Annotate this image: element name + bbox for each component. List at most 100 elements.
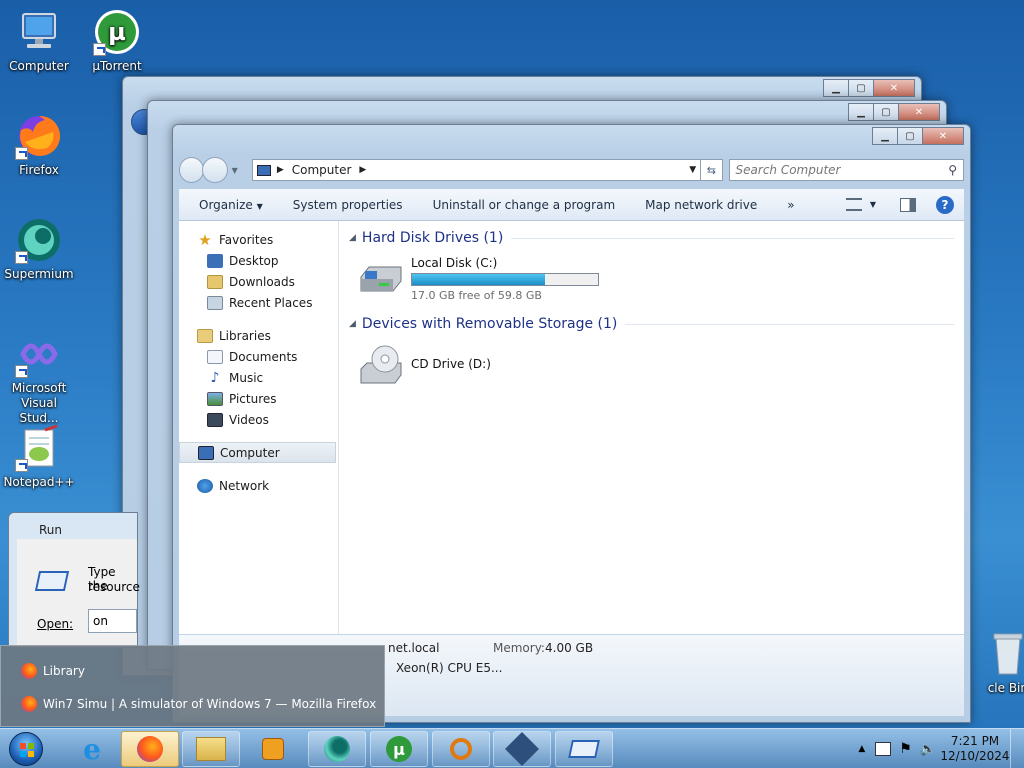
run-dialog[interactable]: Run Type the resource Open: on: [8, 512, 140, 648]
collapse-icon[interactable]: ◢: [349, 233, 356, 243]
nav-videos[interactable]: Videos: [179, 409, 338, 430]
system-tray: ▲ ⚑ 🔈 7:21 PM 12/10/2024: [858, 729, 1024, 768]
nav-recent-places[interactable]: Recent Places: [179, 292, 338, 313]
maximize-button[interactable]: ▢: [873, 103, 899, 121]
shortcut-arrow-icon: [15, 365, 28, 378]
volume-muted-icon[interactable]: 🔈: [920, 742, 936, 757]
help-icon[interactable]: ?: [936, 195, 954, 214]
taskbar-jumplist-popup: Library Win7 Simu | A simulator of Windo…: [0, 645, 385, 727]
taskbar-run-button[interactable]: [555, 731, 613, 767]
drive-c-usage-bar: [411, 273, 599, 286]
taskbar-utorrent-button[interactable]: µ: [370, 731, 428, 767]
close-button[interactable]: ✕: [922, 127, 964, 145]
nav-downloads[interactable]: Downloads: [179, 271, 338, 292]
network-tray-icon[interactable]: [875, 742, 892, 756]
system-properties-button[interactable]: System properties: [278, 198, 418, 212]
minimize-button[interactable]: ▁: [848, 103, 874, 121]
close-button[interactable]: ✕: [873, 79, 915, 97]
clock[interactable]: 7:21 PM 12/10/2024: [940, 734, 1010, 764]
computer-small-icon: [256, 164, 271, 176]
nav-favorites[interactable]: ★ Favorites: [179, 229, 338, 250]
jumplist-item-library[interactable]: Library: [1, 654, 384, 687]
cd-drive-icon: [357, 343, 405, 387]
desktop-icon-computer[interactable]: Computer: [0, 8, 78, 74]
hard-drive-icon: [357, 261, 405, 297]
address-dropdown-icon[interactable]: ▼: [689, 165, 696, 175]
virtualbox-icon: [505, 732, 539, 766]
recent-pages-icon[interactable]: ▼: [232, 166, 238, 175]
show-hidden-icons-button[interactable]: ▲: [858, 744, 865, 754]
desktop-icon-notepadpp[interactable]: Notepad++: [0, 424, 78, 490]
search-input[interactable]: Search Computer ⚲: [728, 159, 965, 181]
run-icon: [568, 740, 600, 758]
shortcut-arrow-icon: [15, 251, 28, 264]
breadcrumb-computer[interactable]: Computer: [292, 163, 352, 177]
desktop-icon-label: µTorrent: [92, 59, 142, 73]
nav-label: Libraries: [219, 328, 271, 343]
firefox-icon: [15, 112, 63, 160]
explorer-window[interactable]: ▁ ▢ ✕ ▼ ▶ Computer ▶ ▼ ⇆ Search Computer…: [172, 124, 971, 723]
taskbar-ie-button[interactable]: e: [70, 731, 114, 767]
desktop-icon-utorrent[interactable]: µ µTorrent: [78, 8, 156, 74]
internet-explorer-icon: e: [83, 732, 101, 766]
more-commands-button[interactable]: »: [772, 198, 809, 212]
utorrent-icon: µ: [93, 8, 141, 56]
map-network-drive-button[interactable]: Map network drive: [630, 198, 772, 212]
uninstall-program-button[interactable]: Uninstall or change a program: [418, 198, 631, 212]
desktop-folder-icon: [207, 253, 223, 268]
group-title: Hard Disk Drives (1): [361, 230, 504, 246]
start-button[interactable]: [4, 729, 48, 768]
nav-documents[interactable]: Documents: [179, 346, 338, 367]
firefox-icon: [21, 695, 37, 712]
forward-button[interactable]: [202, 157, 228, 183]
drive-info: Local Disk (C:) 17.0 GB free of 59.8 GB: [411, 256, 599, 302]
organize-button[interactable]: Organize ▼: [179, 198, 278, 212]
taskbar-explorer-button[interactable]: [182, 731, 240, 767]
run-icon: [34, 571, 70, 591]
minimize-button[interactable]: ▁: [872, 127, 898, 145]
maximize-button[interactable]: ▢: [897, 127, 923, 145]
run-dialog-body: Type the resource Open: on: [17, 539, 140, 647]
address-bar[interactable]: ▶ Computer ▶ ▼: [251, 159, 702, 181]
chevron-down-icon: ▼: [869, 200, 876, 209]
desktop-icon-supermium[interactable]: Supermium: [0, 216, 78, 282]
nav-label: Music: [229, 370, 264, 385]
taskbar-firefox-button[interactable]: [121, 731, 179, 767]
action-center-flag-icon[interactable]: ⚑: [899, 741, 912, 757]
breadcrumb-separator-icon[interactable]: ▶: [277, 165, 284, 175]
jumplist-item-firefox-window[interactable]: Win7 Simu | A simulator of Windows 7 — M…: [1, 687, 384, 720]
breadcrumb-separator-icon[interactable]: ▶: [359, 165, 366, 175]
back-button[interactable]: [179, 157, 205, 183]
collapse-icon[interactable]: ◢: [349, 319, 356, 329]
drive-item-c[interactable]: Local Disk (C:) 17.0 GB free of 59.8 GB: [349, 249, 954, 309]
nav-pictures[interactable]: Pictures: [179, 388, 338, 409]
minimize-button[interactable]: ▁: [823, 79, 849, 97]
run-open-input[interactable]: on: [88, 609, 137, 633]
desktop-icon-visual-studio[interactable]: Microsoft Visual Stud...: [0, 330, 78, 426]
refresh-button[interactable]: ⇆: [701, 159, 723, 181]
nav-computer[interactable]: Computer: [179, 442, 336, 463]
show-desktop-button[interactable]: [1010, 729, 1024, 768]
organize-label: Organize: [199, 197, 253, 212]
nav-desktop[interactable]: Desktop: [179, 250, 338, 271]
taskbar-virtualbox-button[interactable]: [493, 731, 551, 767]
nav-libraries[interactable]: Libraries: [179, 325, 338, 346]
taskbar-supermium-button[interactable]: [308, 731, 366, 767]
supermium-icon: [324, 736, 350, 762]
desktop-icon-label: Firefox: [19, 163, 59, 177]
taskbar-media-player-button[interactable]: [253, 731, 293, 767]
close-button[interactable]: ✕: [898, 103, 940, 121]
nav-network[interactable]: Network: [179, 475, 338, 496]
preview-pane-button[interactable]: [900, 197, 916, 212]
maximize-button[interactable]: ▢: [848, 79, 874, 97]
drive-item-d[interactable]: CD Drive (D:): [349, 335, 954, 395]
taskbar-search-app-button[interactable]: [432, 731, 490, 767]
group-header-hard-disks[interactable]: ◢ Hard Disk Drives (1): [349, 227, 954, 249]
group-header-removable[interactable]: ◢ Devices with Removable Storage (1): [349, 313, 954, 335]
nav-music[interactable]: ♪ Music: [179, 367, 338, 388]
notepadpp-icon: [15, 424, 63, 472]
change-view-button[interactable]: ▼: [845, 198, 876, 211]
nav-label: Recent Places: [229, 295, 313, 310]
utorrent-icon: µ: [386, 736, 412, 762]
desktop-icon-firefox[interactable]: Firefox: [0, 112, 78, 178]
